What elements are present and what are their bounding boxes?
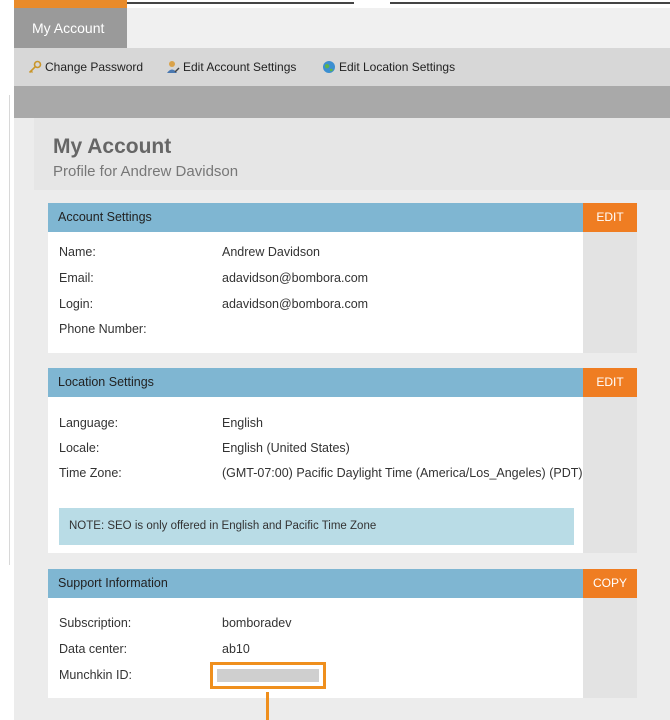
language-value: English: [222, 416, 263, 430]
locale-value: English (United States): [222, 441, 350, 455]
support-copy-button[interactable]: COPY: [583, 569, 637, 598]
subscription-value: bomboradev: [222, 616, 292, 630]
email-value: adavidson@bombora.com: [222, 271, 369, 285]
login-label: Login:: [59, 297, 94, 311]
support-information-side: [583, 598, 637, 698]
account-settings-header: Account Settings: [48, 203, 583, 232]
email-label: Email:: [59, 271, 94, 285]
account-edit-button[interactable]: EDIT: [583, 203, 637, 232]
page-subtitle: Profile for Andrew Davidson: [53, 163, 239, 180]
time-zone-value: (GMT-07:00) Pacific Daylight Time (Ameri…: [222, 466, 583, 480]
tab-my-account[interactable]: My Account: [14, 8, 127, 48]
location-settings-side: [583, 397, 637, 553]
account-toolbar: Change Password Edit Account Settings Ed…: [14, 48, 670, 86]
seo-note: NOTE: SEO is only offered in English and…: [59, 508, 574, 545]
data-center-label: Data center:: [59, 642, 128, 656]
name-value: Andrew Davidson: [222, 245, 320, 259]
highlight-pointer-line: [266, 692, 269, 720]
change-password-link[interactable]: Change Password: [28, 48, 143, 86]
data-center-value: ab10: [222, 642, 250, 656]
left-scroll-edge: [9, 95, 10, 565]
edit-location-settings-link[interactable]: Edit Location Settings: [322, 48, 455, 86]
page-title: My Account: [53, 135, 172, 158]
globe-icon: [323, 61, 335, 73]
edit-location-settings-label: Edit Location Settings: [339, 60, 456, 74]
locale-label: Locale:: [59, 441, 100, 455]
active-tab-accent: [14, 0, 127, 8]
munchkin-id-label: Munchkin ID:: [59, 668, 132, 682]
munchkin-id-highlight: [210, 662, 326, 689]
person-edit-icon: [167, 61, 180, 73]
time-zone-label: Time Zone:: [59, 466, 122, 480]
subscription-label: Subscription:: [59, 616, 132, 630]
key-icon: [28, 60, 42, 74]
login-value: adavidson@bombora.com: [222, 297, 369, 311]
edit-account-settings-link[interactable]: Edit Account Settings: [166, 48, 296, 86]
location-edit-button[interactable]: EDIT: [583, 368, 637, 397]
edit-account-settings-label: Edit Account Settings: [183, 60, 297, 74]
name-label: Name:: [59, 245, 96, 259]
location-settings-header: Location Settings: [48, 368, 583, 397]
munchkin-id-redacted-value: [217, 669, 319, 682]
support-information-header: Support Information: [48, 569, 583, 598]
top-divider-line: [390, 2, 670, 4]
phone-label: Phone Number:: [59, 322, 147, 336]
change-password-label: Change Password: [45, 60, 144, 74]
account-settings-side: [583, 232, 637, 353]
language-label: Language:: [59, 416, 119, 430]
header-band: [14, 86, 670, 118]
